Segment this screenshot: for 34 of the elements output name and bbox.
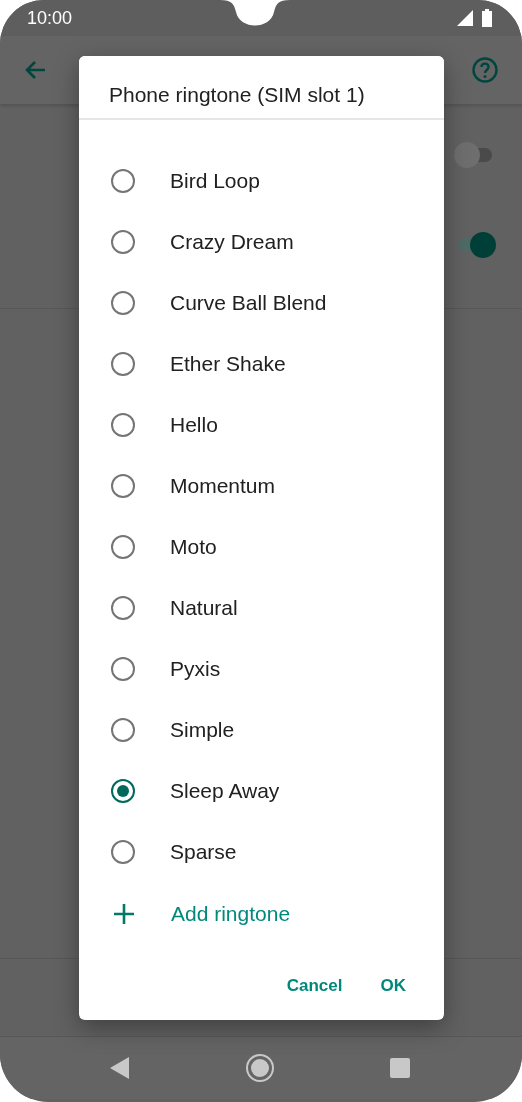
- ringtone-option[interactable]: Sparse: [79, 821, 444, 882]
- home-icon[interactable]: [245, 1053, 275, 1083]
- dialog-button[interactable]: Cancel: [274, 968, 355, 1004]
- radio-button[interactable]: [111, 412, 135, 437]
- radio-button[interactable]: [111, 168, 135, 193]
- radio-button[interactable]: [111, 839, 135, 864]
- ringtone-option[interactable]: Crazy Dream: [79, 211, 444, 272]
- ringtone-option[interactable]: Moto: [79, 516, 444, 577]
- radio-button[interactable]: [111, 229, 135, 254]
- battery-icon: [482, 9, 492, 27]
- radio-button[interactable]: [111, 778, 135, 803]
- status-time: 10:00: [27, 7, 73, 29]
- ringtone-option[interactable]: Hello: [79, 394, 444, 455]
- radio-button[interactable]: [111, 290, 135, 315]
- radio-button[interactable]: [111, 595, 135, 620]
- radio-button[interactable]: [111, 534, 135, 559]
- ringtone-option[interactable]: Simple: [79, 699, 444, 760]
- radio-button[interactable]: [111, 656, 135, 681]
- add-ringtone-item[interactable]: Add ringtone: [79, 883, 444, 944]
- dialog-title: Phone ringtone (SIM slot 1): [109, 83, 365, 107]
- dialog-button[interactable]: OK: [368, 968, 418, 1004]
- ringtone-option[interactable]: Sleep Away: [79, 760, 444, 821]
- ringtone-option[interactable]: Bird Loop: [79, 150, 444, 211]
- signal-icon: [457, 10, 473, 26]
- ringtone-option[interactable]: Curve Ball Blend: [79, 272, 444, 333]
- radio-button[interactable]: [111, 351, 135, 376]
- radio-button[interactable]: [111, 717, 135, 742]
- radio-button[interactable]: [111, 473, 135, 498]
- ringtone-option[interactable]: Pyxis: [79, 638, 444, 699]
- ringtone-option[interactable]: Natural: [79, 577, 444, 638]
- ringtone-option[interactable]: Momentum: [79, 455, 444, 516]
- plus-icon: [114, 903, 134, 924]
- back-icon[interactable]: [110, 1057, 130, 1079]
- ringtone-option[interactable]: Ether Shake: [79, 333, 444, 394]
